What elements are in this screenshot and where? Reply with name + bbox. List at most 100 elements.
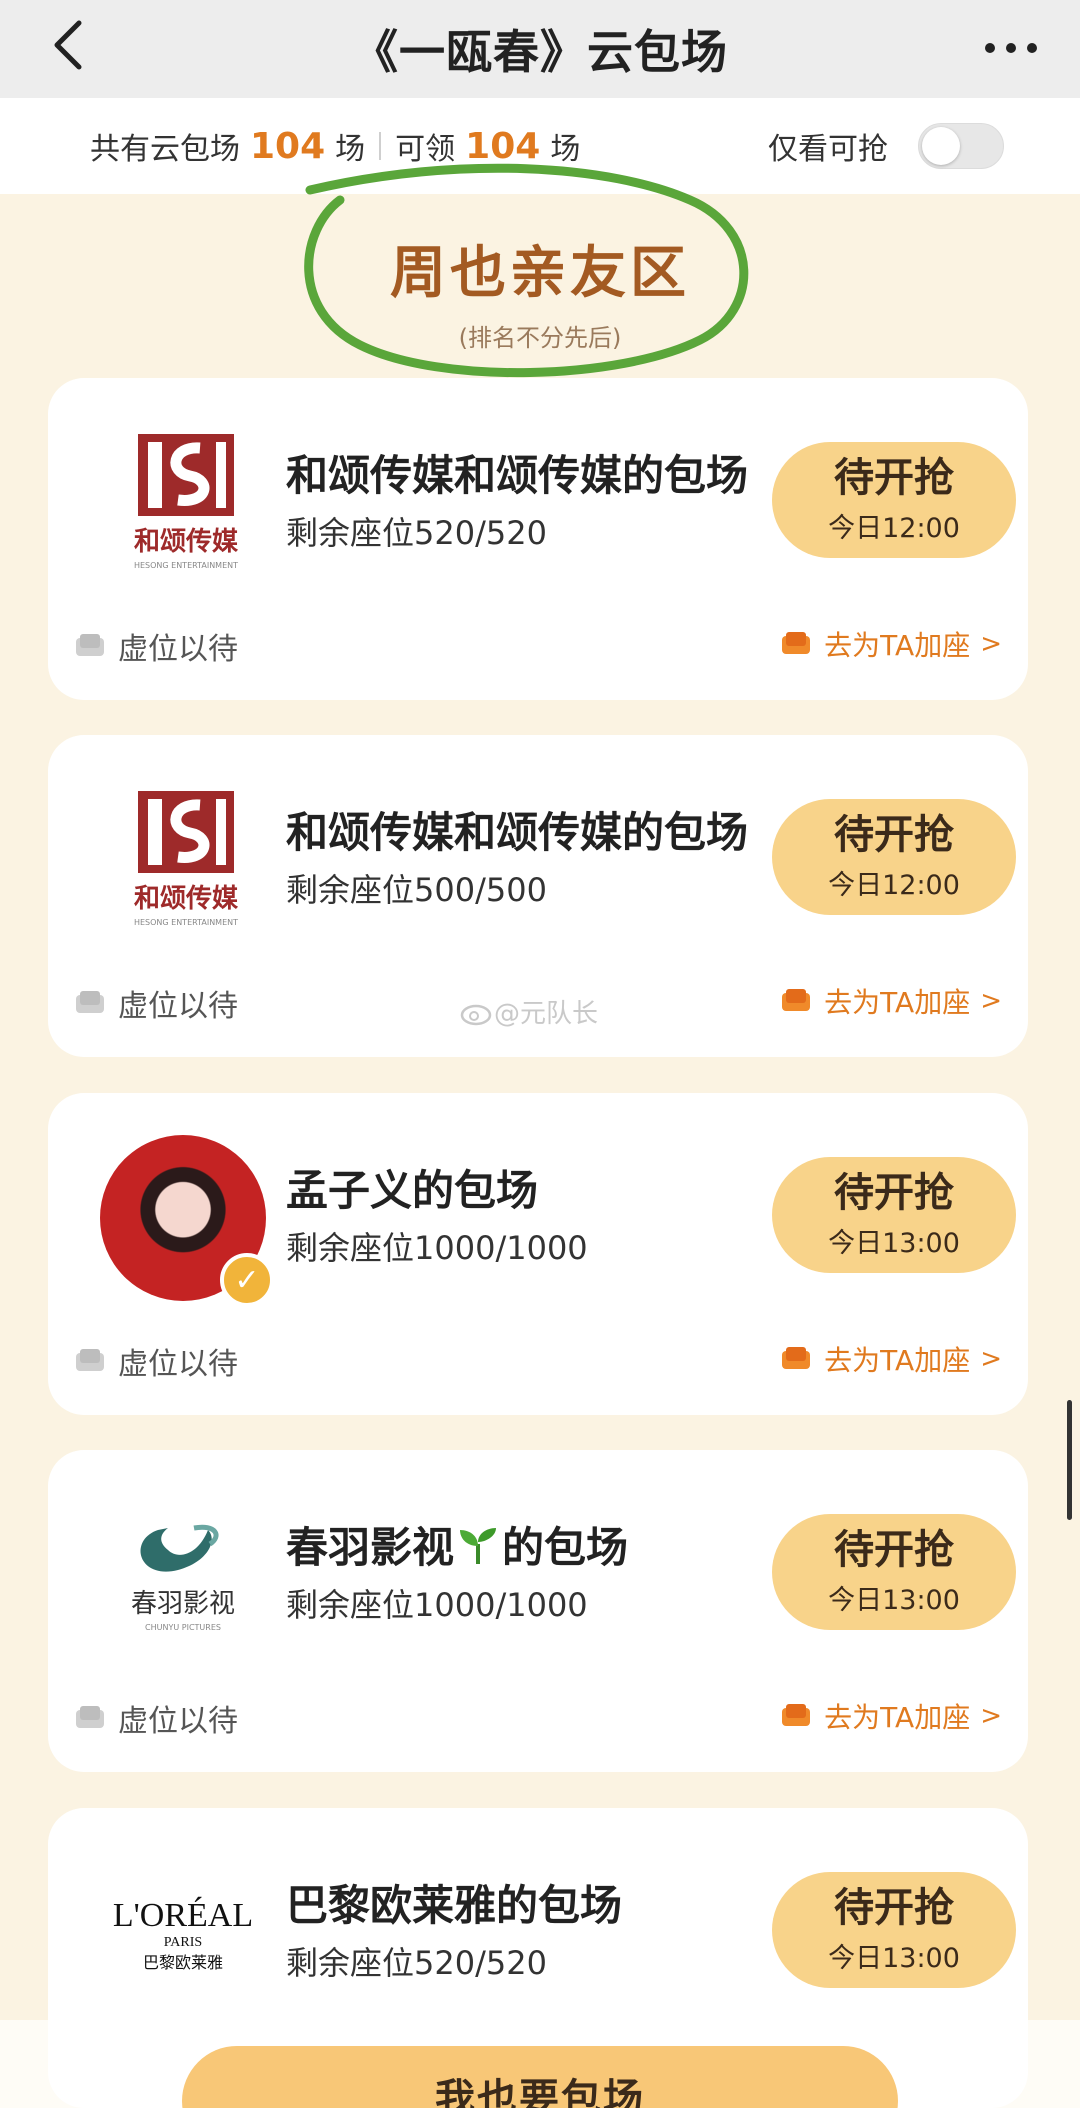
add-seat-label: 去为TA加座 <box>824 1701 971 1734</box>
vacant-seat-status: 虚位以待 <box>72 1696 238 1740</box>
session-card[interactable]: ✓ 孟子义的包场 剩余座位1000/1000 待开抢 今日13:00 虚位以待 … <box>48 1093 1028 1415</box>
hesong-logo-subtext: HESONG ENTERTAINMENT <box>134 918 238 927</box>
card-title-name: 春羽影视 <box>286 1523 455 1572</box>
card-seats: 剩余座位1000/1000 <box>286 1229 588 1267</box>
filter-toggle-group: 仅看可抢 <box>768 98 1004 194</box>
weibo-icon <box>460 1004 492 1025</box>
grab-button-time: 今日13:00 <box>828 1227 960 1259</box>
add-seat-link[interactable]: 去为TA加座 > <box>778 1696 1002 1736</box>
card-seats: 剩余座位500/500 <box>286 871 547 909</box>
claim-count: 104 <box>465 125 541 167</box>
chunyu-logo-subtext: CHUNYU PICTURES <box>145 1623 221 1632</box>
card-title: 春羽影视 的包场 <box>286 1514 628 1575</box>
user-avatar-container: ✓ <box>88 1133 278 1307</box>
grab-button-label: 待开抢 <box>834 1526 954 1573</box>
grab-button[interactable]: 待开抢 今日12:00 <box>772 442 1016 558</box>
chunyu-logo-icon: 春羽影视 CHUNYU PICTURES <box>131 1524 235 1632</box>
card-seats: 剩余座位1000/1000 <box>286 1586 588 1624</box>
loreal-cn-text: 巴黎欧莱雅 <box>143 1953 223 1972</box>
chevron-left-icon <box>54 20 82 70</box>
add-seat-link[interactable]: 去为TA加座 > <box>778 981 1002 1021</box>
avatar: ✓ <box>100 1135 274 1307</box>
add-seat-link[interactable]: 去为TA加座 > <box>778 1339 1002 1379</box>
grab-button-label: 待开抢 <box>834 1884 954 1931</box>
grab-button[interactable]: 待开抢 今日12:00 <box>772 799 1016 915</box>
chevron-right-icon: > <box>980 1701 1002 1731</box>
session-card[interactable]: 春羽影视 CHUNYU PICTURES 春羽影视 的包场 剩余座位1000/10… <box>48 1450 1028 1772</box>
grab-button-time: 今日13:00 <box>828 1584 960 1616</box>
more-button[interactable] <box>976 18 1046 78</box>
card-title: 和颂传媒和颂传媒的包场 <box>286 451 749 500</box>
loreal-brand-text: L'ORÉAL <box>113 1897 253 1934</box>
hesong-logo-icon: 和颂传媒 HESONG ENTERTAINMENT <box>134 434 239 570</box>
grab-button-label: 待开抢 <box>834 454 954 501</box>
create-session-button[interactable]: 我也要包场 <box>182 2046 898 2108</box>
vacant-seat-status: 虚位以待 <box>72 1339 238 1383</box>
total-label: 共有云包场 <box>90 132 240 167</box>
grab-button[interactable]: 待开抢 今日13:00 <box>772 1157 1016 1273</box>
vacant-label: 虚位以待 <box>118 1704 238 1739</box>
more-dots-icon <box>985 43 1037 53</box>
chevron-right-icon: > <box>980 986 1002 1016</box>
page-title: 《一瓯春》云包场 <box>352 25 728 79</box>
hesong-logo-text: 和颂传媒 <box>134 527 239 557</box>
grab-button-time: 今日13:00 <box>828 1942 960 1974</box>
card-seats: 剩余座位520/520 <box>286 514 547 552</box>
create-session-label: 我也要包场 <box>435 2076 645 2108</box>
seat-icon <box>76 1706 104 1728</box>
summary-bar: 共有云包场 104 场 可领 104 场 仅看可抢 <box>0 98 1080 194</box>
seat-icon <box>76 634 104 656</box>
grab-button[interactable]: 待开抢 今日13:00 <box>772 1872 1016 1988</box>
seat-icon <box>782 1704 811 1726</box>
card-seats: 剩余座位520/520 <box>286 1944 547 1982</box>
seat-icon <box>782 1347 811 1369</box>
chunyu-logo-text: 春羽影视 <box>131 1589 235 1619</box>
card-title: 巴黎欧莱雅的包场 <box>286 1881 623 1930</box>
hesong-logo-text: 和颂传媒 <box>134 884 239 914</box>
grab-button[interactable]: 待开抢 今日13:00 <box>772 1514 1016 1630</box>
hesong-logo: 和颂传媒 HESONG ENTERTAINMENT <box>88 418 278 588</box>
add-seat-link[interactable]: 去为TA加座 > <box>778 624 1002 664</box>
vacant-label: 虚位以待 <box>118 632 238 667</box>
loreal-city-text: PARIS <box>164 1935 202 1950</box>
summary-counts: 共有云包场 104 场 可领 104 场 <box>90 98 580 194</box>
only-available-toggle[interactable] <box>918 123 1004 169</box>
hesong-logo-icon: 和颂传媒 HESONG ENTERTAINMENT <box>134 791 239 927</box>
verified-badge-icon: ✓ <box>220 1253 274 1307</box>
grab-button-time: 今日12:00 <box>828 512 960 544</box>
navbar: 《一瓯春》云包场 <box>0 0 1080 98</box>
grab-button-time: 今日12:00 <box>828 869 960 901</box>
scrollbar[interactable] <box>1067 1400 1072 1520</box>
chevron-right-icon: > <box>980 1344 1002 1374</box>
divider <box>379 132 382 160</box>
back-button[interactable] <box>38 10 98 80</box>
toggle-label: 仅看可抢 <box>768 132 888 167</box>
card-title: 和颂传媒和颂传媒的包场 <box>286 808 749 857</box>
hesong-logo-subtext: HESONG ENTERTAINMENT <box>134 561 238 570</box>
claim-unit: 场 <box>550 132 581 167</box>
toggle-knob <box>922 127 960 165</box>
weibo-watermark: @元队长 <box>460 993 598 1030</box>
claim-label: 可领 <box>395 132 456 167</box>
loreal-logo: L'ORÉAL PARIS 巴黎欧莱雅 <box>88 1848 278 2018</box>
session-card[interactable]: 和颂传媒 HESONG ENTERTAINMENT 和颂传媒和颂传媒的包场 剩余… <box>48 378 1028 700</box>
total-count: 104 <box>250 125 326 167</box>
seat-icon <box>76 1349 104 1371</box>
grab-button-label: 待开抢 <box>834 1169 954 1216</box>
card-title-suffix: 的包场 <box>502 1523 629 1572</box>
watermark-text: @元队长 <box>494 999 599 1029</box>
vacant-label: 虚位以待 <box>118 989 238 1024</box>
loreal-logo-icon: L'ORÉAL PARIS 巴黎欧莱雅 <box>113 1897 253 1972</box>
hesong-logo: 和颂传媒 HESONG ENTERTAINMENT <box>88 775 278 945</box>
section-subtitle: (排名不分先后) <box>458 324 622 352</box>
seat-icon <box>76 991 104 1013</box>
add-seat-label: 去为TA加座 <box>824 629 971 662</box>
section-title: 周也亲友区 <box>390 241 690 306</box>
vacant-label: 虚位以待 <box>118 1347 238 1382</box>
seat-icon <box>782 632 811 654</box>
grab-button-label: 待开抢 <box>834 811 954 858</box>
add-seat-label: 去为TA加座 <box>824 1344 971 1377</box>
card-title: 孟子义的包场 <box>286 1166 539 1215</box>
chevron-right-icon: > <box>980 629 1002 659</box>
vacant-seat-status: 虚位以待 <box>72 624 238 668</box>
